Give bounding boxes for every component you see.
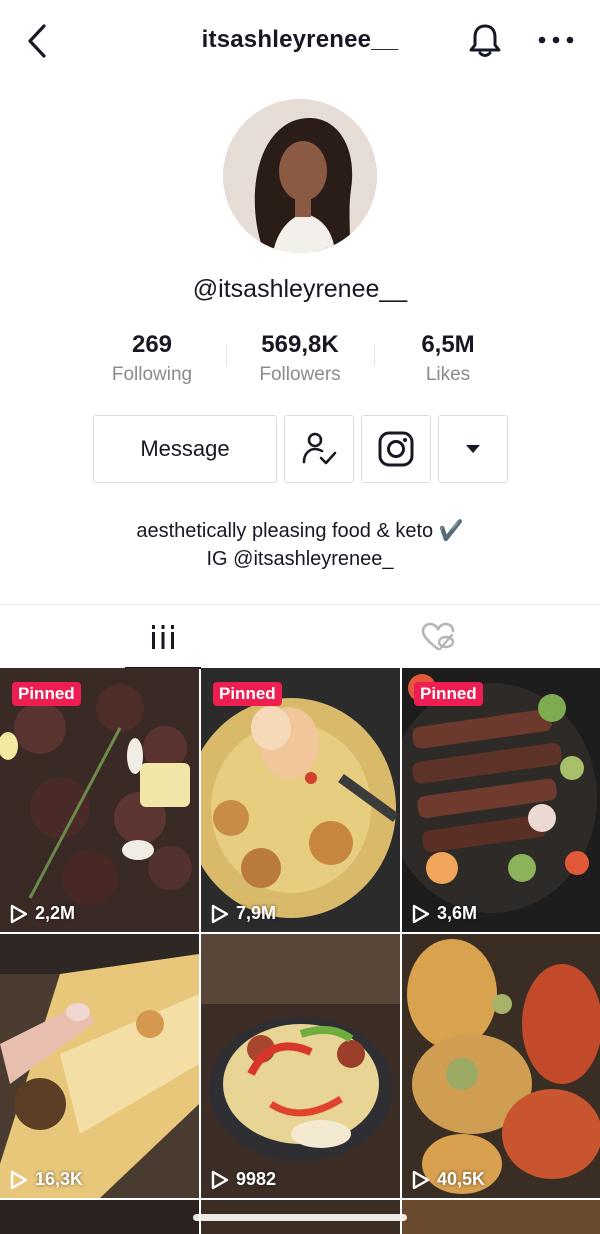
grid-bars-icon xyxy=(152,625,174,649)
more-horizontal-icon xyxy=(538,36,574,44)
view-count: 7,9M xyxy=(211,903,276,924)
view-count-text: 9982 xyxy=(236,1169,277,1189)
bio-line: aesthetically pleasing food & keto ✔️ xyxy=(136,520,464,542)
view-count: 16,3K xyxy=(10,1169,83,1190)
user-check-icon xyxy=(302,432,337,465)
view-count-text: 7,9M xyxy=(236,903,277,923)
thumbnail-image xyxy=(201,668,400,932)
home-indicator xyxy=(193,1214,407,1221)
video-thumbnail[interactable]: 40,5K xyxy=(402,934,600,1198)
page-title: itsashleyrenee__ xyxy=(201,26,399,53)
following-label: Following xyxy=(111,364,193,385)
hidden-heart-icon xyxy=(421,622,455,651)
notification-button[interactable] xyxy=(466,20,504,60)
more-options-button[interactable] xyxy=(536,26,576,54)
top-bar: itsashleyrenee__ xyxy=(0,0,600,84)
pinned-badge: Pinned xyxy=(213,682,282,706)
play-icon xyxy=(10,904,28,923)
view-count-text: 3,6M xyxy=(437,903,478,923)
video-thumbnail[interactable]: Pinned 2,2M xyxy=(0,668,199,932)
tab-liked[interactable] xyxy=(288,605,588,669)
video-thumbnail[interactable] xyxy=(0,1200,199,1234)
bell-icon xyxy=(469,24,501,57)
tab-videos[interactable] xyxy=(13,605,313,669)
view-count: 2,2M xyxy=(10,903,75,924)
more-actions-dropdown[interactable] xyxy=(438,415,508,483)
view-count: 3,6M xyxy=(412,903,477,924)
message-button[interactable]: Message xyxy=(93,415,277,483)
play-icon xyxy=(412,904,430,923)
following-count: 269 xyxy=(131,331,173,358)
pinned-badge: Pinned xyxy=(414,682,483,706)
caret-down-icon xyxy=(466,445,480,453)
profile-tabs xyxy=(0,604,600,669)
stats-row: 269 Following 569,8K Followers 6,5M Like… xyxy=(78,330,522,392)
play-icon xyxy=(412,1170,430,1189)
instagram-button[interactable] xyxy=(361,415,431,483)
profile-handle: @itsashleyrenee__ xyxy=(192,275,408,303)
play-icon xyxy=(211,1170,229,1189)
thumbnail-image xyxy=(0,934,199,1198)
video-grid: Pinned 2,2M Pinned 7,9M Pinned 3,6M 16,3… xyxy=(0,668,600,1234)
likes-label: Likes xyxy=(425,364,471,385)
view-count-text: 2,2M xyxy=(35,903,76,923)
likes-count: 6,5M xyxy=(421,331,475,358)
bio-link[interactable]: IG @itsashleyrenee_ xyxy=(0,545,600,573)
view-count: 9982 xyxy=(211,1169,276,1190)
play-icon xyxy=(211,904,229,923)
pinned-badge: Pinned xyxy=(12,682,81,706)
view-count: 40,5K xyxy=(412,1169,485,1190)
bio: aesthetically pleasing food & keto ✔️ IG… xyxy=(0,517,600,573)
video-thumbnail[interactable] xyxy=(402,1200,600,1234)
video-thumbnail[interactable]: Pinned 3,6M xyxy=(402,668,600,932)
following-status-button[interactable] xyxy=(284,415,354,483)
thumbnail-image xyxy=(402,668,600,932)
view-count-text: 16,3K xyxy=(35,1169,84,1189)
thumbnail-image xyxy=(0,668,199,932)
stat-likes[interactable]: 6,5M Likes xyxy=(374,330,522,386)
avatar-image xyxy=(223,99,377,253)
avatar[interactable] xyxy=(223,99,377,253)
thumbnail-image xyxy=(201,934,400,1198)
view-count-text: 40,5K xyxy=(437,1169,486,1189)
stat-followers[interactable]: 569,8K Followers xyxy=(226,330,374,386)
followers-label: Followers xyxy=(259,364,341,385)
followers-count: 569,8K xyxy=(261,331,339,358)
stat-following[interactable]: 269 Following xyxy=(78,330,226,386)
play-icon xyxy=(10,1170,28,1189)
video-thumbnail[interactable]: 9982 xyxy=(201,934,400,1198)
video-thumbnail[interactable]: Pinned 7,9M xyxy=(201,668,400,932)
thumbnail-image xyxy=(402,934,600,1198)
video-thumbnail[interactable]: 16,3K xyxy=(0,934,199,1198)
instagram-icon xyxy=(378,431,414,467)
